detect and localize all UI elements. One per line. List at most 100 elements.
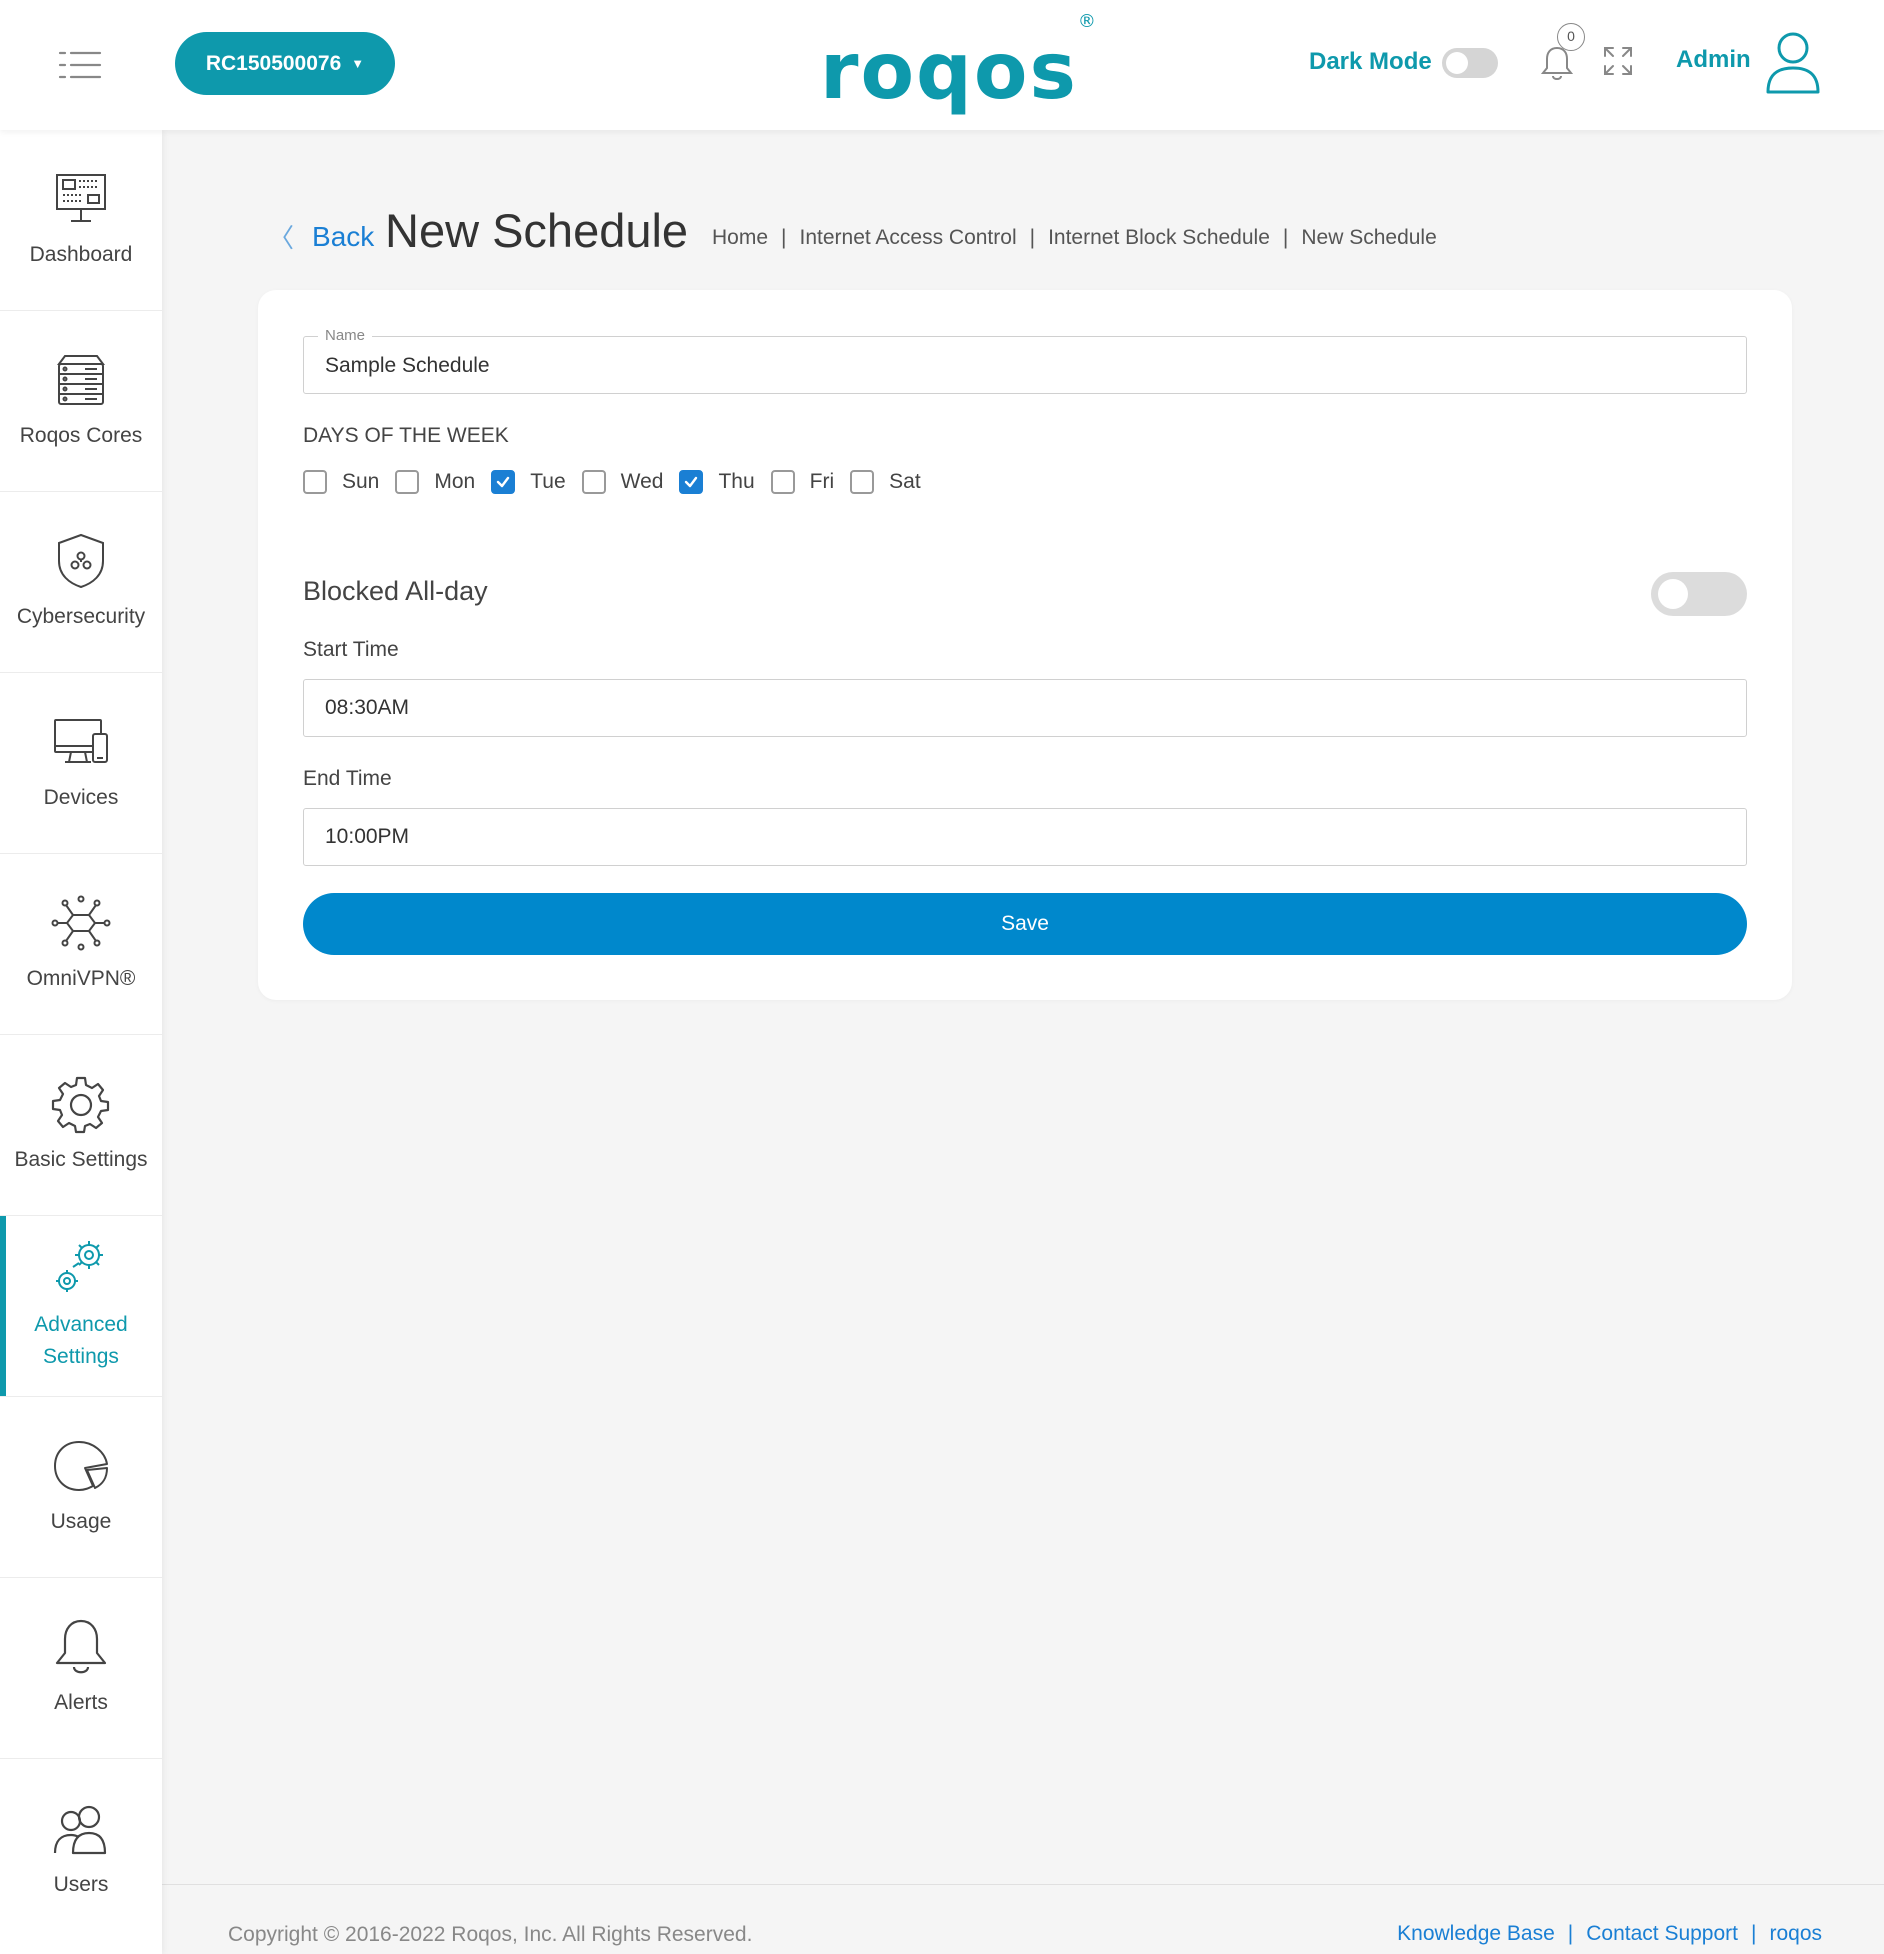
roqos-logo: roqos® bbox=[820, 11, 1096, 112]
day-checkbox-tue[interactable]: Tue bbox=[491, 470, 566, 494]
sidebar-item-label: Cybersecurity bbox=[16, 605, 146, 628]
top-header: RC150500076 ▼ roqos® Dark Mode 0 Admin bbox=[0, 0, 1884, 130]
checkbox[interactable] bbox=[581, 470, 606, 494]
notification-count-badge: 0 bbox=[1557, 23, 1585, 51]
logo-text: roqos bbox=[820, 27, 1078, 117]
end-time-label: End Time bbox=[303, 767, 392, 790]
device-id-label: RC150500076 bbox=[205, 51, 342, 75]
schedule-form-card: Name Sample Schedule DAYS OF THE WEEK Su… bbox=[258, 290, 1792, 1000]
pie-chart-icon bbox=[54, 1441, 108, 1491]
breadcrumb-internet-block-schedule[interactable]: Internet Block Schedule bbox=[1048, 226, 1270, 250]
server-icon bbox=[57, 355, 105, 405]
sidebar-item-label: Advanced Settings bbox=[34, 1313, 128, 1368]
checkbox[interactable] bbox=[303, 470, 327, 494]
chevron-left-icon: 〈 bbox=[268, 223, 295, 253]
name-field-label: Name bbox=[318, 327, 373, 344]
sidebar-item-label: Alerts bbox=[54, 1691, 108, 1714]
footer-divider bbox=[162, 1884, 1884, 1885]
day-checkbox-sat[interactable]: Sat bbox=[850, 470, 921, 494]
day-checkbox-mon[interactable]: Mon bbox=[395, 470, 475, 494]
sidebar-item-devices[interactable]: Devices bbox=[0, 673, 162, 854]
sidebar-item-label: OmniVPN® bbox=[26, 967, 136, 990]
users-icon bbox=[53, 1805, 107, 1854]
page-title: New Schedule bbox=[385, 204, 689, 257]
start-time-input[interactable]: 08:30AM bbox=[303, 679, 1747, 737]
breadcrumb-home[interactable]: Home bbox=[712, 226, 768, 250]
sidebar-item-cybersecurity[interactable]: Cybersecurity bbox=[0, 492, 162, 673]
sidebar-item-alerts[interactable]: Alerts bbox=[0, 1578, 162, 1759]
dark-mode-toggle[interactable] bbox=[1442, 48, 1498, 78]
footer-links: Knowledge Base | Contact Support | roqos bbox=[1397, 1922, 1822, 1946]
day-label: Tue bbox=[530, 470, 566, 493]
blocked-all-day-label: Blocked All-day bbox=[303, 576, 488, 606]
start-time-label: Start Time bbox=[303, 638, 399, 661]
admin-label[interactable]: Admin bbox=[1676, 46, 1751, 74]
sidebar-item-label: Devices bbox=[43, 786, 119, 809]
gear-icon bbox=[51, 1076, 110, 1134]
end-time-input[interactable]: 10:00PM bbox=[303, 808, 1747, 866]
sidebar-item-users[interactable]: Users bbox=[0, 1759, 162, 1940]
day-checkbox-thu[interactable]: Thu bbox=[679, 470, 755, 494]
fullscreen-icon[interactable] bbox=[1603, 46, 1633, 76]
user-avatar-icon[interactable] bbox=[1764, 30, 1822, 96]
copyright-text: Copyright © 2016-2022 Roqos, Inc. All Ri… bbox=[228, 1923, 753, 1946]
breadcrumb-separator: | bbox=[1029, 226, 1036, 249]
checkbox-checked[interactable] bbox=[679, 470, 704, 494]
contact-support-link[interactable]: Contact Support bbox=[1586, 1922, 1738, 1946]
breadcrumb-new-schedule: New Schedule bbox=[1301, 226, 1437, 249]
day-label: Fri bbox=[809, 470, 835, 493]
checkbox[interactable] bbox=[395, 470, 420, 494]
breadcrumb-separator: | bbox=[781, 226, 787, 249]
sidebar-item-label: Basic Settings bbox=[14, 1148, 148, 1171]
toggle-knob bbox=[1446, 52, 1468, 74]
sidebar-item-roqos-cores[interactable]: Roqos Cores bbox=[0, 311, 162, 492]
dashboard-icon bbox=[56, 174, 106, 222]
sidebar-item-basic-settings[interactable]: Basic Settings bbox=[0, 1035, 162, 1216]
back-label: Back bbox=[312, 220, 375, 252]
days-of-week-checkboxes: Sun Mon Tue Wed Thu Fri Sat bbox=[303, 470, 937, 494]
shield-icon bbox=[58, 533, 104, 589]
breadcrumb: Home | Internet Access Control | Interne… bbox=[712, 226, 1437, 250]
days-of-week-title: DAYS OF THE WEEK bbox=[303, 424, 509, 447]
device-selector-button[interactable]: RC150500076 ▼ bbox=[175, 32, 395, 95]
knowledge-base-link[interactable]: Knowledge Base bbox=[1397, 1922, 1555, 1946]
sidebar: Dashboard Roqos Cores Cybersecurity Devi… bbox=[0, 130, 162, 1954]
checkbox[interactable] bbox=[770, 470, 795, 494]
back-link[interactable]: 〈 Back bbox=[268, 218, 374, 255]
name-field[interactable]: Name Sample Schedule bbox=[303, 327, 1747, 394]
active-indicator bbox=[0, 1216, 6, 1396]
gears-icon bbox=[56, 1241, 103, 1292]
checkmark-icon bbox=[497, 476, 510, 488]
checkbox[interactable] bbox=[850, 470, 875, 494]
sidebar-item-label: Dashboard bbox=[29, 243, 133, 266]
sidebar-item-dashboard[interactable]: Dashboard bbox=[0, 130, 162, 311]
day-checkbox-sun[interactable]: Sun bbox=[303, 470, 379, 494]
day-label: Mon bbox=[434, 470, 476, 493]
logo-registered-mark: ® bbox=[1077, 11, 1096, 32]
sidebar-item-usage[interactable]: Usage bbox=[0, 1397, 162, 1578]
sidebar-item-omnivpn[interactable]: OmniVPN® bbox=[0, 854, 162, 1035]
roqos-link[interactable]: roqos bbox=[1769, 1922, 1822, 1946]
caret-down-icon: ▼ bbox=[351, 56, 365, 71]
save-button[interactable]: Save bbox=[303, 893, 1747, 955]
sidebar-item-advanced-settings[interactable]: Advanced Settings bbox=[0, 1216, 162, 1397]
network-icon bbox=[51, 895, 111, 951]
name-field-value[interactable]: Sample Schedule bbox=[325, 354, 490, 378]
sidebar-item-label: Users bbox=[53, 1872, 109, 1896]
blocked-all-day-toggle[interactable] bbox=[1651, 572, 1747, 616]
day-label: Thu bbox=[718, 470, 755, 493]
checkmark-icon bbox=[685, 476, 698, 488]
breadcrumb-internet-access-control[interactable]: Internet Access Control bbox=[800, 226, 1017, 250]
breadcrumb-separator: | bbox=[1282, 226, 1289, 249]
devices-icon bbox=[54, 719, 108, 763]
bell-icon bbox=[55, 1619, 107, 1674]
checkbox-checked[interactable] bbox=[491, 470, 516, 494]
day-label: Sat bbox=[889, 470, 921, 493]
menu-toggle-icon[interactable] bbox=[58, 48, 102, 82]
day-label: Sun bbox=[342, 470, 380, 493]
dark-mode-label: Dark Mode bbox=[1309, 48, 1432, 75]
sidebar-item-label: Usage bbox=[50, 1510, 112, 1533]
day-checkbox-fri[interactable]: Fri bbox=[770, 470, 835, 494]
day-checkbox-wed[interactable]: Wed bbox=[581, 470, 663, 494]
toggle-knob bbox=[1658, 579, 1688, 609]
